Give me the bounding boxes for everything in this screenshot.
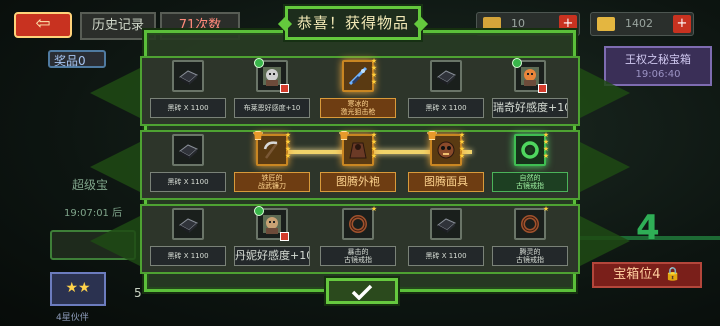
key-icon [483, 17, 501, 31]
reward-item[interactable]: 黑砖 X 1100 [150, 134, 226, 196]
item-icon-frame [172, 60, 204, 92]
back-arrow-icon: ⇦ [35, 13, 51, 34]
reward-item[interactable]: ★ ★ ★ ★ 自然的 古镜戒指 [492, 132, 568, 196]
item-label: 黑砖 X 1100 [408, 98, 484, 118]
reward-item[interactable]: ★ ★ ★ ★ 铁匠的 战武镰刀 [234, 131, 310, 196]
reward-item[interactable]: ★ ★ ★ ★ 图腾面具 [408, 131, 484, 196]
royal-chest-title: 王权之秘宝箱 [625, 53, 691, 66]
star-icon: ★ [370, 78, 378, 86]
reward-item[interactable]: 布莱恩好感度+10 [234, 58, 310, 122]
reward-item[interactable]: 黑砖 X 1100 [150, 208, 226, 270]
checkmark-icon [351, 284, 373, 300]
item-icon-frame: ★ ★ ★ ★ [253, 131, 291, 166]
item-label: 布莱恩好感度+10 [234, 98, 310, 118]
item-label: 瑞奇好感度+10 [492, 98, 568, 118]
gold-bar-icon [597, 17, 615, 31]
scythe-weapon-icon [263, 141, 279, 159]
star-rating: ★ ★ ★ ★ [370, 58, 378, 86]
item-label: 黑砖 X 1100 [150, 172, 226, 192]
reward-item[interactable]: ★ ★ ★ ★ 寒冰的 激光狙击枪 [320, 58, 396, 122]
favor-leaf-icon [254, 206, 264, 216]
black-brick-icon [179, 144, 198, 159]
black-brick-icon [179, 218, 198, 233]
item-icon-frame [172, 134, 204, 166]
totem-robe-icon [349, 142, 367, 159]
item-icon-frame: ★ ★ ★ ★ [514, 132, 549, 166]
game-screen: ⇦ 历史记录 71次数 10 + 1402 + 奖品0 超级宝 19:07:01… [0, 0, 720, 326]
totem-mask-icon [437, 141, 455, 159]
gift-icon [280, 232, 289, 241]
item-label: 黑砖 X 1100 [408, 246, 484, 266]
partner-count: 5 [134, 286, 142, 300]
reward-item[interactable]: 黑砖 X 1100 [408, 208, 484, 270]
gift-icon [280, 84, 289, 93]
favor-leaf-icon [512, 58, 522, 68]
item-icon-frame: ★ ★ ★ ★ [342, 58, 377, 92]
item-label: 暴击的 古镜戒指 [320, 246, 396, 266]
item-icon-frame [512, 58, 547, 93]
star-icon: ★ [370, 152, 378, 160]
star-icon: ★ [284, 152, 292, 160]
star-rating: ★ ★ ★ ★ [458, 132, 466, 160]
star-rating: ★ ★ ★ ★ [370, 132, 378, 160]
reward-item[interactable]: ★ 腾灵的 古镜戒指 [492, 206, 568, 270]
reward-item[interactable]: 黑砖 X 1100 [408, 60, 484, 122]
item-label: 黑砖 X 1100 [150, 98, 226, 118]
reward-item[interactable]: ★ 暴击的 古镜戒指 [320, 206, 396, 270]
item-label: 腾灵的 古镜戒指 [492, 246, 568, 266]
star-rating: ★ ★ ★ ★ [284, 132, 292, 160]
prize-label: 奖品0 [54, 54, 86, 68]
chest-slot-number: 4 [636, 208, 660, 248]
reward-item[interactable]: 瑞奇好感度+10 [492, 58, 568, 122]
item-label: 图腾外袍 [320, 172, 396, 192]
item-label: 自然的 古镜戒指 [492, 172, 568, 192]
lock-icon: 🔒 [664, 267, 681, 282]
gold-counter: 1402 + [590, 12, 694, 36]
item-label: 图腾面具 [408, 172, 484, 192]
back-button[interactable]: ⇦ [14, 12, 72, 38]
item-label: 寒冰的 激光狙击枪 [320, 98, 396, 118]
favor-leaf-icon [254, 58, 264, 68]
star-icon: ★ [370, 205, 378, 213]
black-brick-icon [437, 70, 456, 85]
star-icon: ★ [542, 152, 550, 160]
add-gold-button[interactable]: + [673, 15, 691, 33]
star-rating: ★ [542, 206, 550, 213]
star-rating: ★ ★ ★ ★ [542, 132, 550, 160]
item-label: 铁匠的 战武镰刀 [234, 172, 310, 192]
black-brick-icon [437, 218, 456, 233]
item-icon-frame [430, 208, 462, 240]
gift-icon [538, 84, 547, 93]
item-icon-frame [430, 60, 462, 92]
bronze-ring-icon [349, 215, 367, 233]
star-icon: ★ [542, 205, 550, 213]
item-icon-frame: ★ [342, 206, 377, 240]
item-label: 丹妮好感度+10 [234, 246, 310, 266]
item-icon-frame: ★ [514, 206, 549, 240]
laser-sniper-rifle-icon [348, 66, 368, 86]
reward-item[interactable]: 丹妮好感度+10 [234, 206, 310, 270]
item-icon-frame: ★ ★ ★ ★ [339, 131, 377, 166]
star-icon: ★ [458, 152, 466, 160]
four-star-partner-card[interactable]: ★★ [50, 272, 106, 306]
reward-item[interactable]: ★ ★ ★ ★ 图腾外袍 [320, 131, 396, 196]
bronze-ring-icon [521, 215, 539, 233]
item-icon-frame [254, 206, 289, 241]
item-label: 黑砖 X 1100 [150, 246, 226, 266]
item-icon-frame [172, 208, 204, 240]
confirm-button[interactable] [326, 278, 398, 304]
star-rating: ★ [370, 206, 378, 213]
item-icon-frame: ★ ★ ★ ★ [427, 131, 465, 166]
item-icon-frame [254, 58, 289, 93]
reward-item[interactable]: 黑砖 X 1100 [150, 60, 226, 122]
partner-caption: 4星伙伴 [56, 313, 89, 323]
dialog-title: 恭喜！获得物品 [285, 6, 421, 40]
green-ring-icon [521, 141, 539, 159]
black-brick-icon [179, 70, 198, 85]
